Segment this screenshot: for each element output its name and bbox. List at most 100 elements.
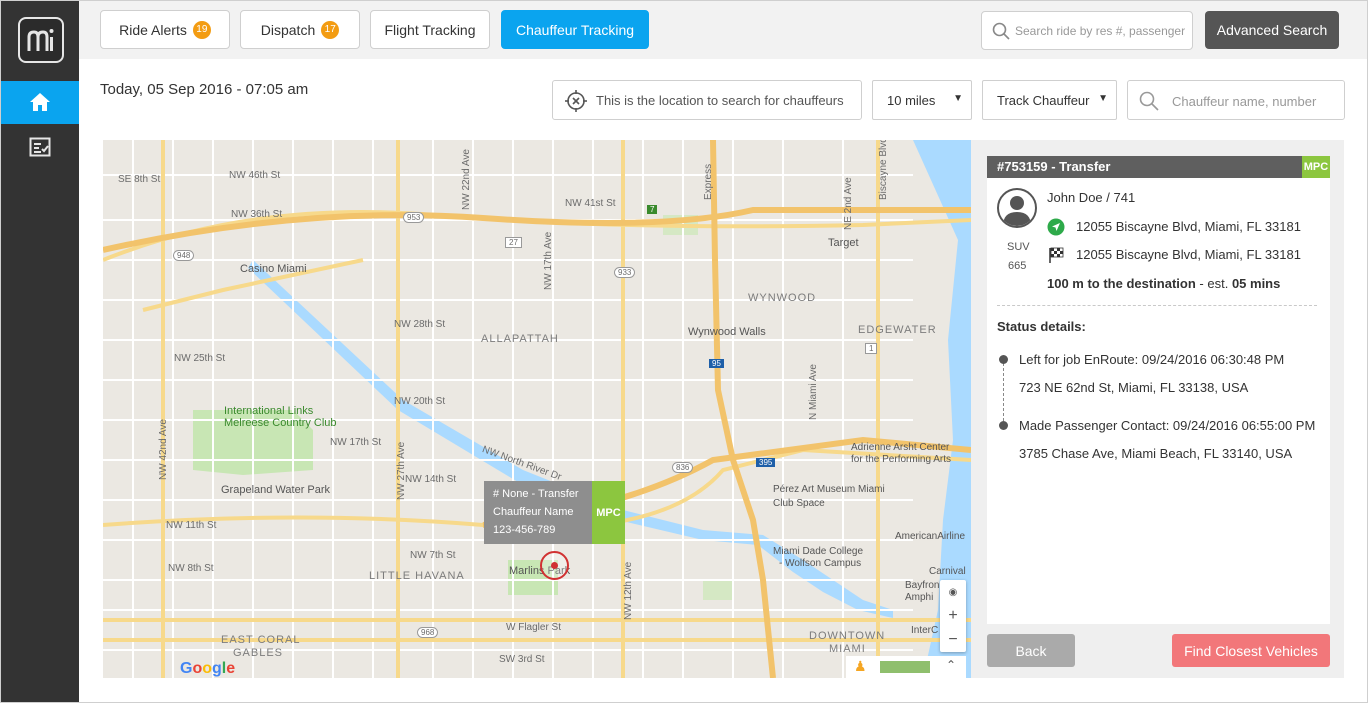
poi-label: - Wolfson Campus <box>779 558 862 569</box>
find-closest-vehicles-button[interactable]: Find Closest Vehicles <box>1172 634 1330 667</box>
poi-label: Carnival <box>929 566 966 577</box>
street-label: NW 11th St <box>166 520 217 531</box>
location-text: This is the location to search for chauf… <box>596 93 844 108</box>
popup-mpc-tag: MPC <box>592 481 625 544</box>
nav-home[interactable] <box>1 81 79 124</box>
count-badge: 19 <box>192 20 211 39</box>
street-label: NW 12th Ave <box>623 561 634 620</box>
poi-label: AmericanAirline <box>895 531 966 542</box>
status-address: 3785 Chase Ave, Miami Beach, FL 33140, U… <box>1019 446 1293 461</box>
pegman-icon[interactable]: ♟ <box>854 658 867 675</box>
nav-tasks[interactable] <box>1 127 79 167</box>
poi-label: Target <box>828 237 859 249</box>
radius-select[interactable]: 10 miles ▼ <box>872 80 972 120</box>
tab-label: Dispatch <box>260 21 316 38</box>
advanced-search-button[interactable]: Advanced Search <box>1205 11 1339 49</box>
street-label: SW 3rd St <box>499 654 545 665</box>
street-label: Biscayne Blvd <box>878 140 889 200</box>
zoom-controls: ◉ + − <box>940 580 966 652</box>
crosshair-icon <box>565 90 587 112</box>
street-label: NW 28th St <box>394 319 446 330</box>
tab-label: Ride Alerts <box>119 21 187 38</box>
status-address: 723 NE 62nd St, Miami, FL 33138, USA <box>1019 380 1249 395</box>
popup-title: # None - Transfer <box>493 488 579 500</box>
tab-label: Flight Tracking <box>384 21 476 38</box>
highway-shield: 1 <box>865 343 878 354</box>
map-view[interactable]: ALLAPATTAH WYNWOOD EDGEWATER LITTLE HAVA… <box>103 140 971 678</box>
pickup-address: 12055 Biscayne Blvd, Miami, FL 33181 <box>1076 219 1301 234</box>
chauffeur-search-field[interactable] <box>1127 80 1345 120</box>
search-icon <box>992 22 1010 40</box>
home-icon <box>30 93 50 111</box>
ride-search-field[interactable] <box>981 11 1193 50</box>
district-label: WYNWOOD <box>748 292 817 304</box>
street-label: NW 17th Ave <box>543 231 554 290</box>
ride-number: #753159 - Transfer <box>997 159 1111 174</box>
app-logo[interactable] <box>18 17 64 63</box>
google-logo: Google <box>180 660 236 677</box>
passenger-name: John Doe / 741 <box>1047 190 1136 205</box>
expand-icon[interactable]: ⌃ <box>946 658 956 672</box>
tab-chauffeur-tracking[interactable]: Chauffeur Tracking <box>501 10 649 49</box>
street-label: NW 7th St <box>410 550 456 561</box>
top-bar: Ride Alerts 19 Dispatch 17 Flight Tracki… <box>79 1 1367 59</box>
district-label: ALLAPATTAH <box>481 333 559 345</box>
zoom-out-button[interactable]: − <box>940 628 966 652</box>
street-label: NW 17th St <box>330 437 382 448</box>
distance-eta: 100 m to the destination - est. 05 mins <box>1047 276 1280 291</box>
distance-text: 100 m to the destination <box>1047 276 1196 291</box>
street-label: NW 20th St <box>394 396 446 407</box>
logo-mark-icon <box>27 29 54 51</box>
checkered-flag-icon <box>1049 247 1064 263</box>
district-label: MIAMI <box>829 643 866 655</box>
zoom-in-button[interactable]: + <box>940 604 966 628</box>
park-label: International Links <box>224 405 314 417</box>
street-label: NW 22nd Ave <box>461 149 472 210</box>
street-label: NW 27th Ave <box>396 441 407 500</box>
navigation-pickup-icon <box>1047 218 1065 236</box>
ride-card-header: #753159 - Transfer MPC <box>987 156 1330 178</box>
back-button[interactable]: Back <box>987 634 1075 667</box>
poi-label: Pérez Art Museum Miami <box>773 484 885 495</box>
checklist-icon <box>29 137 51 157</box>
street-label: NW 25th St <box>174 353 226 364</box>
district-label: EAST CORAL <box>221 634 301 646</box>
ride-card: #753159 - Transfer MPC SUV 665 John Doe … <box>987 156 1330 624</box>
chauffeur-location-marker[interactable] <box>540 551 569 580</box>
street-label: N Miami Ave <box>808 364 819 420</box>
highway-shield: 968 <box>417 627 439 638</box>
status-title: Status details: <box>997 319 1086 334</box>
street-label: NW 46th St <box>229 170 281 181</box>
highway-shield: 7 <box>647 205 658 214</box>
poi-label: Grapeland Water Park <box>221 484 331 496</box>
timeline-line <box>1003 363 1004 421</box>
tab-flight-tracking[interactable]: Flight Tracking <box>370 10 490 49</box>
dropdown-arrow-icon: ▼ <box>953 93 963 104</box>
track-mode-select[interactable]: Track Chauffeur ▼ <box>982 80 1117 120</box>
user-icon <box>1003 196 1031 226</box>
divider <box>997 305 1317 306</box>
layers-thumbnail-icon[interactable] <box>880 661 930 673</box>
street-label: NW 42nd Ave <box>158 419 169 480</box>
popup-phone: 123-456-789 <box>493 524 556 536</box>
highway-shield: 836 <box>672 462 694 473</box>
location-picker[interactable]: This is the location to search for chauf… <box>552 80 862 120</box>
highway-shield: 95 <box>709 359 724 368</box>
street-label: NW 36th St <box>231 209 283 220</box>
chauffeur-info-popup[interactable]: # None - Transfer Chauffeur Name 123-456… <box>484 481 625 544</box>
locate-icon[interactable]: ◉ <box>940 580 966 604</box>
tab-dispatch[interactable]: Dispatch 17 <box>240 10 360 49</box>
poi-label: Bayfron <box>905 580 940 591</box>
dropoff-address: 12055 Biscayne Blvd, Miami, FL 33181 <box>1076 247 1301 262</box>
highway-shield: 27 <box>505 237 522 248</box>
ride-search-input[interactable] <box>1015 21 1189 41</box>
tab-ride-alerts[interactable]: Ride Alerts 19 <box>100 10 230 49</box>
district-label: LITTLE HAVANA <box>369 570 465 582</box>
dropdown-arrow-icon: ▼ <box>1098 93 1108 104</box>
street-label: W Flagler St <box>506 622 562 633</box>
track-mode-value: Track Chauffeur <box>997 93 1090 108</box>
vehicle-number: 665 <box>1008 260 1027 272</box>
chauffeur-search-input[interactable] <box>1172 91 1338 111</box>
street-label: NW 8th St <box>168 563 214 574</box>
timeline-dot <box>999 421 1008 430</box>
